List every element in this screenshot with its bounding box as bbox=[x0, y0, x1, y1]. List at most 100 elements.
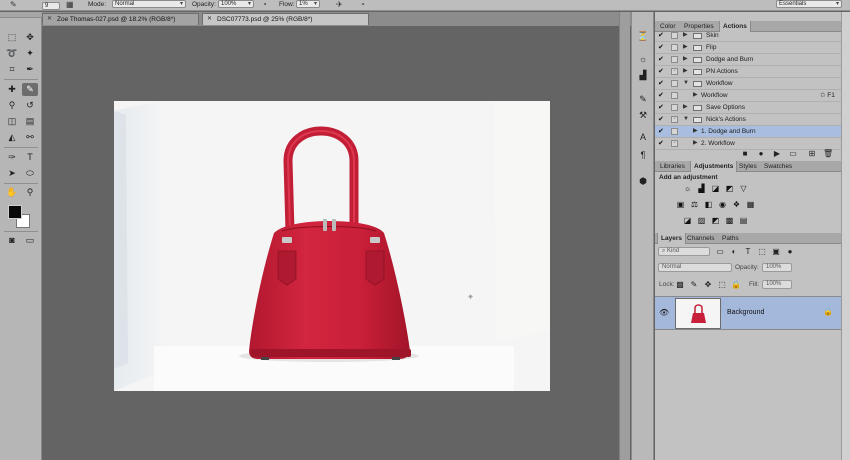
tab-swatches[interactable]: Swatches bbox=[761, 161, 795, 172]
dialog-toggle[interactable] bbox=[671, 80, 678, 87]
threshold-icon[interactable]: ◩ bbox=[710, 216, 721, 226]
check-icon[interactable]: ✔ bbox=[658, 42, 664, 53]
gradient-tool-icon[interactable]: ▤ bbox=[22, 115, 38, 128]
tab-channels[interactable]: Channels bbox=[684, 233, 717, 244]
filter-pixel-icon[interactable]: ▭ bbox=[715, 247, 725, 257]
document-tab[interactable]: ✕ Zoe Thomas-027.psd @ 18.2% (RGB/8*) bbox=[42, 13, 199, 25]
filter-type-icon[interactable]: T bbox=[743, 247, 753, 257]
check-icon[interactable]: ✔ bbox=[658, 54, 664, 65]
foreground-color-swatch[interactable] bbox=[8, 205, 22, 219]
healing-brush-tool-icon[interactable]: ✚ bbox=[4, 83, 20, 96]
brush-tool-icon[interactable]: ✎ bbox=[10, 0, 17, 9]
history-panel-icon[interactable]: ⏳ bbox=[636, 30, 650, 42]
flow-field[interactable]: 1% bbox=[296, 0, 320, 8]
opacity-field[interactable]: 100% bbox=[218, 0, 254, 8]
document-canvas[interactable]: ⁜ bbox=[114, 101, 550, 391]
marquee-tool-icon[interactable]: ⬚ bbox=[4, 31, 20, 44]
curves-icon[interactable]: ◪ bbox=[710, 184, 721, 194]
fill-field[interactable]: 100% bbox=[762, 280, 792, 289]
filter-shape-icon[interactable]: ⬚ bbox=[757, 247, 767, 257]
expand-icon[interactable]: ▶ bbox=[693, 138, 698, 149]
screen-mode-icon[interactable]: ▭ bbox=[22, 234, 38, 247]
photo-filter-icon[interactable]: ◉ bbox=[717, 200, 728, 210]
posterize-icon[interactable]: ▨ bbox=[696, 216, 707, 226]
hand-tool-icon[interactable]: ✋ bbox=[4, 186, 20, 199]
workspace-select[interactable]: Essentials bbox=[776, 0, 842, 8]
tool-presets-icon[interactable]: ⚒ bbox=[636, 109, 650, 121]
move-tool-icon[interactable]: ✥ bbox=[22, 31, 38, 44]
lock-artboard-icon[interactable]: ⬚ bbox=[717, 280, 727, 290]
close-tab-icon[interactable]: ✕ bbox=[47, 14, 52, 25]
collapse-icon[interactable]: ▼ bbox=[683, 114, 689, 125]
check-icon[interactable]: ✔ bbox=[658, 138, 664, 149]
tab-adjustments[interactable]: Adjustments bbox=[690, 161, 738, 172]
invert-icon[interactable]: ◪ bbox=[682, 216, 693, 226]
dialog-toggle[interactable] bbox=[671, 56, 678, 63]
crop-tool-icon[interactable]: ⌗ bbox=[4, 63, 20, 76]
dialog-toggle[interactable]: ▫ bbox=[671, 68, 678, 75]
action-row[interactable]: ✔ ▶ Dodge and Burn bbox=[655, 54, 841, 66]
brush-tool-icon[interactable]: ✎ bbox=[22, 83, 38, 96]
filter-adjustment-icon[interactable]: ◐ bbox=[729, 247, 739, 257]
new-set-icon[interactable]: ▭ bbox=[788, 149, 798, 159]
levels-icon[interactable]: ▟ bbox=[696, 184, 707, 194]
collapse-icon[interactable]: ▼ bbox=[683, 78, 689, 89]
brush-presets-icon[interactable]: ✎ bbox=[636, 93, 650, 105]
lock-position-icon[interactable]: ✥ bbox=[703, 280, 713, 290]
history-brush-tool-icon[interactable]: ↺ bbox=[22, 99, 38, 112]
lock-transparent-icon[interactable]: ▩ bbox=[675, 280, 685, 290]
close-tab-icon[interactable]: ✕ bbox=[207, 14, 212, 25]
tab-styles[interactable]: Styles bbox=[736, 161, 760, 172]
expand-icon[interactable]: ▶ bbox=[693, 90, 698, 101]
quick-mask-icon[interactable]: ◙ bbox=[4, 234, 20, 247]
action-row[interactable]: ✔ ▫ ▼ Nick's Actions bbox=[655, 114, 841, 126]
dialog-toggle[interactable] bbox=[671, 128, 678, 135]
eraser-tool-icon[interactable]: ◫ bbox=[4, 115, 20, 128]
dialog-toggle[interactable] bbox=[671, 104, 678, 111]
stop-icon[interactable]: ■ bbox=[740, 149, 750, 159]
pressure-opacity-icon[interactable]: ◔ bbox=[262, 0, 267, 9]
lasso-tool-icon[interactable]: ➰ bbox=[4, 47, 20, 60]
check-icon[interactable]: ✔ bbox=[658, 66, 664, 77]
pen-tool-icon[interactable]: ✑ bbox=[4, 151, 20, 164]
check-icon[interactable]: ✔ bbox=[658, 90, 664, 101]
expand-icon[interactable]: ▶ bbox=[683, 66, 688, 77]
histogram-panel-icon[interactable]: ▟ bbox=[636, 69, 650, 81]
dialog-toggle[interactable] bbox=[671, 32, 678, 39]
action-row[interactable]: ✔ ▶ Save Options bbox=[655, 102, 841, 114]
expand-icon[interactable]: ▶ bbox=[683, 42, 688, 53]
pressure-size-icon[interactable]: ◔ bbox=[360, 0, 365, 9]
tab-layers[interactable]: Layers bbox=[657, 233, 686, 244]
filter-smart-object-icon[interactable]: ▣ bbox=[771, 247, 781, 257]
brush-panel-icon[interactable]: ▦ bbox=[66, 0, 74, 9]
lock-all-icon[interactable]: 🔒 bbox=[731, 280, 741, 290]
dialog-toggle[interactable] bbox=[671, 44, 678, 51]
document-tab-active[interactable]: ✕ DSC07773.psd @ 25% (RGB/8*) bbox=[202, 13, 369, 25]
action-row[interactable]: ✔ ▶ Flip bbox=[655, 42, 841, 54]
trash-icon[interactable]: 🗑 bbox=[823, 149, 833, 159]
type-tool-icon[interactable]: T bbox=[22, 151, 38, 164]
paragraph-panel-icon[interactable]: ¶ bbox=[636, 149, 650, 161]
blend-mode-select[interactable]: Normal bbox=[658, 263, 732, 272]
lock-image-icon[interactable]: ✎ bbox=[689, 280, 699, 290]
check-icon[interactable]: ✔ bbox=[658, 78, 664, 89]
color-lookup-icon[interactable]: ▦ bbox=[745, 200, 756, 210]
dodge-tool-icon[interactable]: ⚯ bbox=[22, 131, 38, 144]
path-selection-tool-icon[interactable]: ➤ bbox=[4, 167, 20, 180]
action-row[interactable]: ✔ ▶ Skin bbox=[655, 30, 841, 42]
dialog-toggle[interactable] bbox=[671, 92, 678, 99]
expand-icon[interactable]: ▶ bbox=[683, 102, 688, 113]
dialog-toggle[interactable]: ▫ bbox=[671, 140, 678, 147]
layers-opacity-field[interactable]: 100% bbox=[762, 263, 792, 272]
airbrush-icon[interactable]: ✈ bbox=[336, 0, 343, 9]
clone-stamp-tool-icon[interactable]: ⚲ bbox=[4, 99, 20, 112]
brightness-contrast-icon[interactable]: ☼ bbox=[682, 184, 693, 194]
vibrance-icon[interactable]: ▽ bbox=[738, 184, 749, 194]
character-panel-icon[interactable]: A bbox=[636, 131, 650, 143]
tab-libraries[interactable]: Libraries bbox=[657, 161, 688, 172]
expand-icon[interactable]: ▶ bbox=[683, 30, 688, 41]
zoom-tool-icon[interactable]: ⚲ bbox=[22, 186, 38, 199]
record-icon[interactable]: ● bbox=[756, 149, 766, 159]
color-balance-icon[interactable]: ⚖ bbox=[689, 200, 700, 210]
channel-mixer-icon[interactable]: ❖ bbox=[731, 200, 742, 210]
